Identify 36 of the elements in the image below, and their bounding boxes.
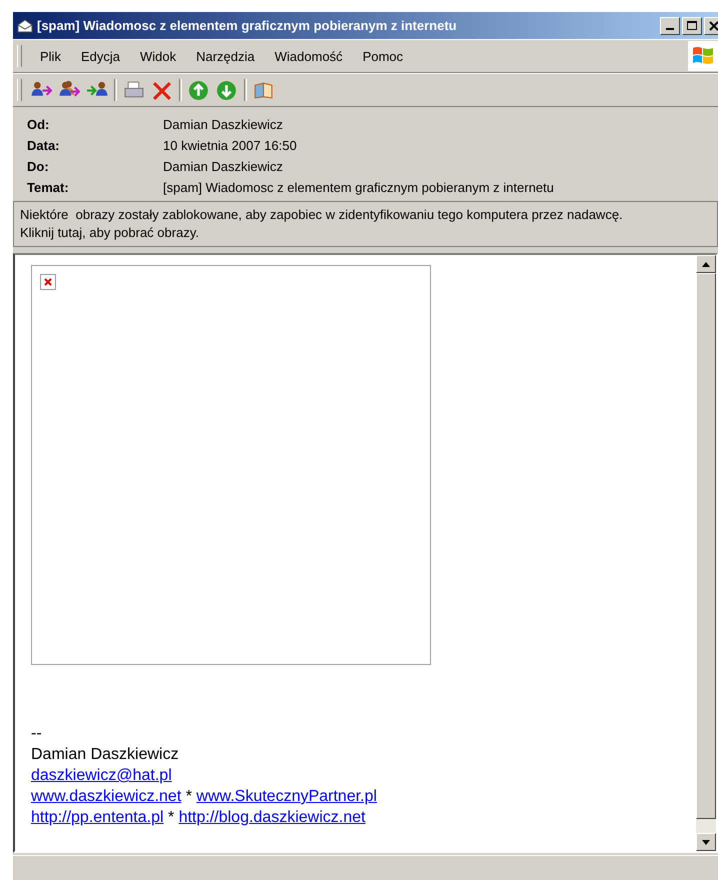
- close-button[interactable]: [704, 16, 718, 34]
- scroll-up-icon[interactable]: [702, 262, 710, 266]
- scroll-down-icon[interactable]: [702, 840, 710, 844]
- field-label: Data:: [27, 138, 61, 153]
- signature-text: --: [31, 725, 42, 742]
- maximize-icon: [687, 20, 697, 30]
- maximize-button[interactable]: [682, 16, 702, 34]
- menu-item[interactable]: Narzędzia: [186, 46, 265, 66]
- field-value: [spam] Wiadomosc z elementem graficznym pobieranym z internetu: [163, 180, 555, 195]
- field-value: Damian Daszkiewicz: [163, 159, 284, 174]
- minimize-icon: [666, 28, 674, 30]
- field-label: Temat:: [27, 180, 70, 195]
- menu-item[interactable]: Widok: [130, 46, 186, 66]
- minimize-button[interactable]: [660, 16, 680, 34]
- signature-text: Damian Daszkiewicz: [31, 746, 179, 763]
- link[interactable]: www.daszkiewicz.net: [31, 788, 182, 805]
- blocked-images-notice[interactable]: Niektóre obrazy zostały zablokowane, aby zapobiec w zidentyfikowaniu tego komputera przez nadawcę. Kliknij tutaj, aby pobrać obrazy.: [13, 201, 718, 247]
- link[interactable]: http://pp.ententa.pl: [31, 809, 164, 826]
- signature-text: *: [186, 788, 192, 805]
- envelope-icon: [17, 18, 33, 32]
- menu-item[interactable]: Pomoc: [352, 46, 414, 66]
- broken-image-icon: [40, 274, 56, 290]
- link[interactable]: http://blog.daszkiewicz.net: [178, 809, 366, 826]
- field-value: Damian Daszkiewicz: [163, 117, 284, 132]
- field-label: Do:: [27, 159, 50, 174]
- link[interactable]: daszkiewicz@hat.pl: [31, 767, 172, 784]
- signature-text: *: [168, 809, 174, 826]
- field-label: Od:: [27, 117, 50, 132]
- menu-item[interactable]: Plik: [30, 46, 71, 66]
- menu-item[interactable]: Edycja: [70, 46, 130, 66]
- delete-icon[interactable]: [151, 79, 173, 101]
- window-title: [spam] Wiadomosc z elementem graficznym pobieranym z internetu: [37, 18, 458, 33]
- link[interactable]: www.SkutecznyPartner.pl: [196, 788, 377, 805]
- field-value: 10 kwietnia 2007 16:50: [163, 138, 298, 153]
- menu-item[interactable]: Wiadomość: [264, 46, 353, 66]
- close-icon: [709, 20, 718, 30]
